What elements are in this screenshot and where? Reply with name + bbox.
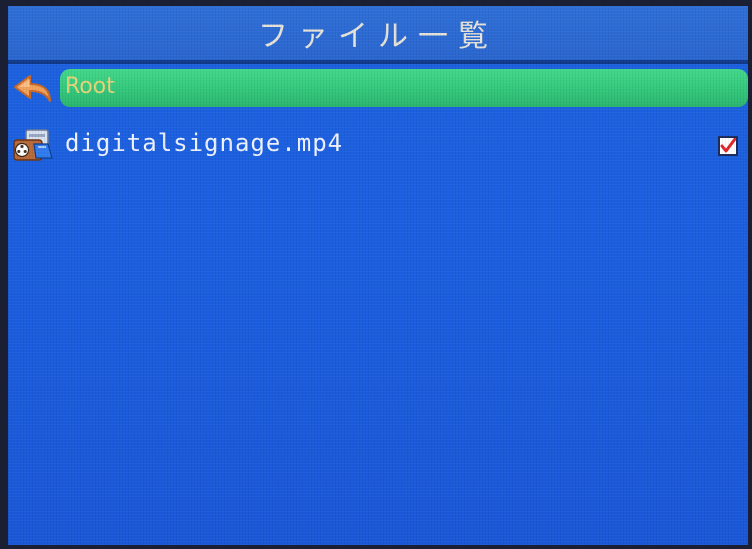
list-item-root[interactable]: Root [8, 68, 748, 108]
page-title: ファイル一覧 [258, 19, 498, 54]
title-bar: ファイル一覧 [8, 6, 748, 64]
file-checkbox[interactable] [718, 136, 738, 156]
list-item-file[interactable]: digitalsignage.mp4 [8, 124, 748, 164]
selection-highlight [60, 69, 748, 107]
list-item-label: digitalsignage.mp4 [65, 129, 344, 157]
list-item-label: Root [65, 74, 115, 99]
back-arrow-icon [12, 71, 54, 105]
video-file-icon [12, 128, 54, 162]
checkmark-icon [720, 138, 736, 153]
file-list-screen: ファイル一覧 Root digitalsignage.mp4 [8, 6, 748, 545]
